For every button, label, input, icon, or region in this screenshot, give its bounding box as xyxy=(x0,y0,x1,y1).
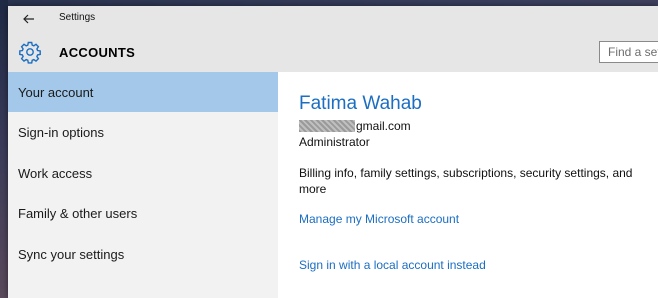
sidebar-item-label: Sign-in options xyxy=(18,124,104,140)
account-role: Administrator xyxy=(299,135,370,149)
sidebar-item-sync-settings[interactable]: Sync your settings xyxy=(8,234,278,274)
account-panel: Fatima Wahab gmail.com Administrator Bil… xyxy=(278,72,658,298)
sidebar-item-label: Family & other users xyxy=(18,205,138,221)
sidebar-item-label: Work access xyxy=(18,165,93,181)
page-title: ACCOUNTS xyxy=(59,45,136,60)
settings-window: Settings ACCOUNTS Your account Sign-in o… xyxy=(8,6,658,298)
sidebar-item-your-account[interactable]: Your account xyxy=(8,72,278,112)
search-input[interactable] xyxy=(599,41,658,63)
desktop-background xyxy=(0,0,8,298)
user-email: gmail.com xyxy=(299,119,411,133)
manage-microsoft-account-link[interactable]: Manage my Microsoft account xyxy=(299,212,459,226)
user-name: Fatima Wahab xyxy=(299,93,422,114)
sidebar-item-label: Your account xyxy=(18,84,94,100)
back-arrow-icon xyxy=(23,14,34,24)
sidebar-item-label: Sync your settings xyxy=(18,246,125,262)
billing-description: Billing info, family settings, subscript… xyxy=(299,166,633,196)
redacted-email-prefix xyxy=(299,120,355,132)
window-title: Settings xyxy=(59,12,96,23)
title-bar: Settings xyxy=(8,6,658,32)
email-domain: gmail.com xyxy=(356,119,411,133)
sidebar: Your account Sign-in options Work access… xyxy=(8,72,278,298)
back-button[interactable] xyxy=(16,8,42,30)
page-header: ACCOUNTS xyxy=(8,32,658,72)
sidebar-item-family-other-users[interactable]: Family & other users xyxy=(8,193,278,233)
sidebar-item-sign-in-options[interactable]: Sign-in options xyxy=(8,112,278,152)
gear-icon xyxy=(19,41,41,64)
sidebar-item-work-access[interactable]: Work access xyxy=(8,153,278,193)
sign-in-local-account-link[interactable]: Sign in with a local account instead xyxy=(299,258,486,272)
